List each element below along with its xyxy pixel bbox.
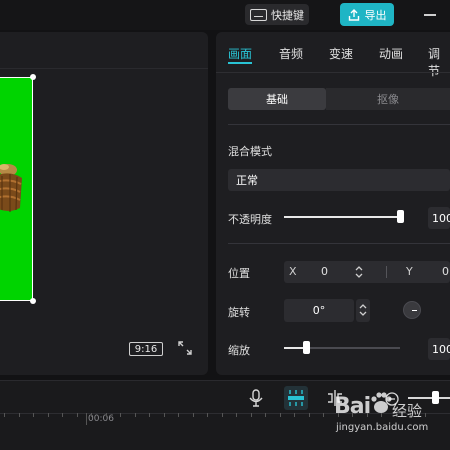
shortcut-button[interactable]: 快捷键 (245, 4, 309, 25)
opacity-slider-track[interactable] (284, 216, 400, 218)
ruler-minor-tick (294, 413, 295, 417)
rotation-dial[interactable] (403, 301, 421, 319)
video-canvas[interactable] (0, 77, 33, 301)
timeline-zoom-slider[interactable] (408, 397, 450, 399)
microphone-icon[interactable] (246, 388, 266, 408)
stepper-arrows-icon (359, 304, 367, 316)
ruler-minor-tick (120, 413, 121, 417)
position-x-label: X (289, 265, 297, 278)
aspect-ratio-button[interactable]: 9:16 (129, 342, 163, 356)
ruler-minor-tick (250, 413, 252, 417)
tab-audio[interactable]: 音频 (279, 45, 303, 62)
canvas-resize-handle-bottom[interactable] (30, 298, 36, 304)
position-separator (386, 266, 387, 278)
position-x-input[interactable]: 0 (321, 265, 328, 278)
opacity-value-input[interactable]: 100 (428, 207, 450, 229)
segment-cutout[interactable]: 抠像 (326, 88, 450, 110)
ruler-minor-tick (18, 413, 20, 417)
player-divider (0, 68, 208, 69)
rotation-stepper[interactable] (356, 299, 370, 322)
ruler-minor-tick (178, 413, 179, 417)
opacity-label: 不透明度 (228, 213, 272, 226)
main-track-magnet-icon[interactable] (284, 386, 308, 410)
section-divider (228, 124, 450, 125)
tab-speed[interactable]: 变速 (329, 45, 353, 62)
position-label: 位置 (228, 267, 250, 280)
ruler-minor-tick (192, 413, 194, 417)
minimize-window-button[interactable] (424, 14, 436, 16)
ruler-minor-tick (47, 413, 49, 417)
ruler-minor-tick (207, 413, 208, 417)
fullscreen-icon[interactable] (178, 341, 192, 355)
scale-label: 缩放 (228, 344, 250, 357)
shortcut-label: 快捷键 (271, 8, 304, 22)
ruler-minor-tick (4, 413, 5, 417)
export-label: 导出 (364, 8, 387, 22)
ruler-minor-tick (265, 413, 266, 417)
blend-mode-select[interactable]: 正常 (228, 169, 450, 191)
tab-picture[interactable]: 画面 (228, 45, 252, 62)
segment-basic[interactable]: 基础 (228, 88, 326, 110)
timeline-zoom-thumb[interactable] (432, 391, 439, 404)
tabs-divider (216, 72, 450, 73)
ruler-minor-tick (323, 413, 324, 417)
properties-panel (216, 32, 450, 375)
ruler-minor-tick (163, 413, 165, 417)
section-divider (228, 243, 450, 244)
rotation-label: 旋转 (228, 306, 250, 319)
ruler-major-tick (86, 413, 87, 425)
position-y-label: Y (406, 265, 413, 278)
watermark-product: 经验 (392, 402, 423, 420)
ruler-minor-tick (105, 413, 107, 417)
ruler-minor-tick (149, 413, 150, 417)
watermark-url: jingyan.baidu.com (336, 422, 429, 433)
scale-slider-thumb[interactable] (303, 341, 310, 354)
ruler-minor-tick (279, 413, 281, 417)
basket-image (0, 164, 22, 212)
active-tab-indicator (228, 62, 252, 64)
ruler-minor-tick (62, 413, 63, 417)
export-button[interactable]: 导出 (340, 3, 394, 26)
ruler-minor-tick (236, 413, 237, 417)
ruler-minor-tick (91, 413, 92, 417)
position-y-input[interactable]: 0 (442, 265, 449, 278)
position-x-stepper[interactable] (354, 265, 364, 279)
scale-value-input[interactable]: 100 (428, 338, 450, 360)
rotation-input[interactable]: 0° (284, 299, 354, 322)
watermark-logo: Bai (334, 394, 371, 419)
keyboard-icon (250, 8, 267, 21)
canvas-resize-handle-top[interactable] (30, 74, 36, 80)
ruler-minor-tick (221, 413, 223, 417)
ruler-minor-tick (76, 413, 78, 417)
opacity-slider-thumb[interactable] (397, 210, 404, 223)
scale-slider-track[interactable] (306, 347, 400, 349)
baidu-paw-icon (371, 392, 392, 413)
export-icon (348, 8, 359, 21)
tab-adjust[interactable]: 调节 (428, 45, 450, 79)
ruler-minor-tick (308, 413, 310, 417)
ruler-minor-tick (33, 413, 34, 417)
tab-animation[interactable]: 动画 (379, 45, 403, 62)
ruler-minor-tick (134, 413, 136, 417)
ruler-minor-tick (424, 413, 426, 417)
blend-mode-label: 混合模式 (228, 145, 272, 158)
position-input-group (284, 261, 450, 283)
